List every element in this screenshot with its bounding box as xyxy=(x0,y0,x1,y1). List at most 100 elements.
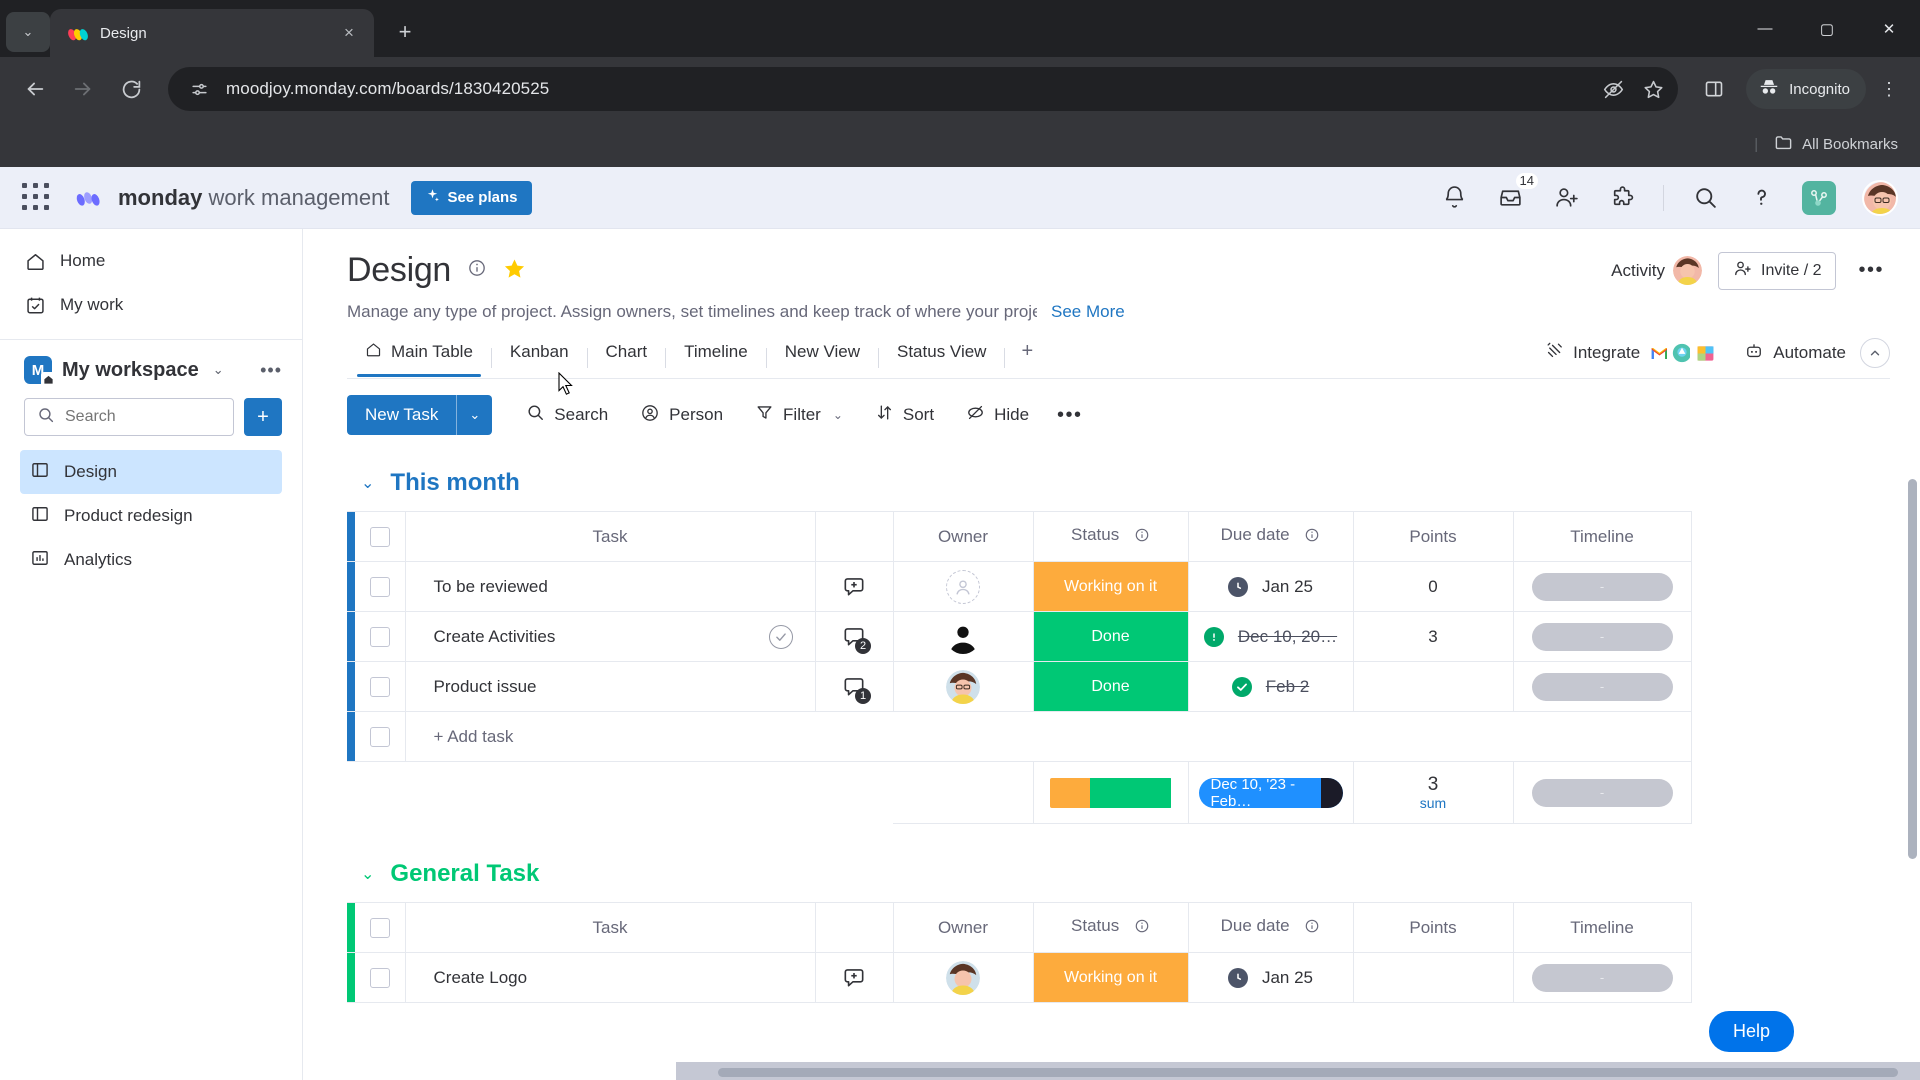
checkbox[interactable] xyxy=(369,626,390,647)
toolbar-more-icon[interactable]: ••• xyxy=(1045,404,1095,427)
tab-chart[interactable]: Chart xyxy=(588,342,666,375)
chevron-up-icon[interactable] xyxy=(1860,338,1890,368)
chevron-down-icon[interactable]: ⌄ xyxy=(457,395,492,435)
owner-cell[interactable] xyxy=(893,952,1034,1003)
conversation-cell[interactable] xyxy=(814,561,894,612)
tab-kanban[interactable]: Kanban xyxy=(492,342,587,375)
row-checkbox-cell[interactable] xyxy=(355,561,406,612)
apps-marketplace-icon[interactable] xyxy=(1607,183,1637,213)
table-row[interactable]: To be reviewed Working on it Jan 25 0 - xyxy=(347,561,1692,612)
points-cell[interactable] xyxy=(1353,661,1514,712)
column-header-timeline[interactable]: Timeline xyxy=(1513,902,1692,953)
automate-button[interactable]: Automate xyxy=(1744,341,1846,366)
column-header-status[interactable]: Status xyxy=(1033,511,1189,562)
monday-brand[interactable]: monday work management xyxy=(74,185,389,211)
grid-apps-icon[interactable] xyxy=(22,182,52,213)
add-update-icon[interactable] xyxy=(841,965,867,991)
page-settings-icon[interactable] xyxy=(186,76,212,102)
tab-new-view[interactable]: New View xyxy=(767,342,878,375)
column-header-status[interactable]: Status xyxy=(1033,902,1189,953)
column-header-points[interactable]: Points xyxy=(1353,511,1514,562)
tab-status-view[interactable]: Status View xyxy=(879,342,1004,375)
column-header-due-date[interactable]: Due date xyxy=(1188,902,1354,953)
summary-date-cell[interactable]: Dec 10, '23 - Feb… xyxy=(1188,761,1354,824)
timeline-cell[interactable]: - xyxy=(1513,661,1692,712)
add-task-row[interactable]: + Add task xyxy=(347,711,1692,762)
summary-status-cell[interactable] xyxy=(1033,761,1189,824)
checkbox[interactable] xyxy=(369,726,390,747)
google-drive-icon[interactable] xyxy=(1692,340,1719,366)
see-plans-button[interactable]: See plans xyxy=(411,180,532,215)
help-button[interactable]: Help xyxy=(1708,1011,1794,1052)
sidebar-item-home[interactable]: Home xyxy=(0,239,302,283)
points-cell[interactable]: 3 xyxy=(1353,611,1514,662)
new-task-button[interactable]: New Task ⌄ xyxy=(347,395,493,435)
search-input-wrapper[interactable] xyxy=(24,398,234,436)
column-header-points[interactable]: Points xyxy=(1353,902,1514,953)
column-header-timeline[interactable]: Timeline xyxy=(1513,511,1692,562)
group-header[interactable]: ⌄ This month xyxy=(347,461,1920,511)
sidebar-item-design[interactable]: Design xyxy=(20,450,282,494)
task-complete-icon[interactable] xyxy=(768,624,793,649)
select-all-cell[interactable] xyxy=(355,511,406,562)
row-checkbox-cell[interactable] xyxy=(355,661,406,712)
task-name-cell[interactable]: Create Logo xyxy=(405,952,816,1003)
due-date-cell[interactable]: Dec 10, 20… xyxy=(1188,611,1354,662)
user-avatar[interactable] xyxy=(1862,179,1898,216)
points-cell[interactable]: 0 xyxy=(1353,561,1514,612)
star-filled-icon[interactable] xyxy=(503,257,526,285)
add-task-label[interactable]: + Add task xyxy=(405,711,1692,762)
horizontal-scrollbar[interactable] xyxy=(718,1068,1898,1077)
checkbox[interactable] xyxy=(369,967,390,988)
task-name-cell[interactable]: Create Activities xyxy=(405,611,816,662)
toolbar-filter-button[interactable]: Filter ⌄ xyxy=(739,395,859,435)
table-row[interactable]: Create Activities 2 Done Dec 10, 20… 3 - xyxy=(347,611,1692,662)
tab-search-button[interactable]: ⌄ xyxy=(6,12,50,52)
toolbar-sort-button[interactable]: Sort xyxy=(859,395,950,435)
toolbar-search-button[interactable]: Search xyxy=(510,395,624,435)
due-date-cell[interactable]: Jan 25 xyxy=(1188,952,1354,1003)
status-cell[interactable]: Done xyxy=(1033,661,1189,712)
new-tab-button[interactable]: + xyxy=(384,11,426,53)
status-cell[interactable]: Working on it xyxy=(1033,952,1189,1003)
avatar[interactable] xyxy=(946,960,980,995)
browser-menu-icon[interactable]: ⋮ xyxy=(1872,69,1906,109)
checkbox[interactable] xyxy=(369,917,390,938)
add-update-icon[interactable] xyxy=(841,574,867,600)
owner-placeholder-icon[interactable] xyxy=(946,569,980,604)
toolbar-hide-button[interactable]: Hide xyxy=(950,395,1045,435)
checkbox[interactable] xyxy=(369,526,390,547)
tab-timeline[interactable]: Timeline xyxy=(666,342,766,375)
task-name-cell[interactable]: Product issue xyxy=(405,661,816,712)
avatar[interactable] xyxy=(946,669,980,704)
checkbox[interactable] xyxy=(369,576,390,597)
search-icon[interactable] xyxy=(1690,183,1720,213)
summary-timeline-cell[interactable]: - xyxy=(1513,761,1692,824)
info-icon[interactable] xyxy=(1134,528,1150,547)
back-icon[interactable] xyxy=(14,68,56,110)
add-board-button[interactable]: + xyxy=(244,398,282,436)
vertical-scrollbar[interactable] xyxy=(1908,479,1917,859)
info-icon[interactable] xyxy=(1304,919,1320,938)
owner-cell[interactable] xyxy=(893,611,1034,662)
workspace-selector[interactable]: M My workspace ⌄ ••• xyxy=(0,340,302,394)
search-input[interactable] xyxy=(65,408,221,426)
board-more-icon[interactable]: ••• xyxy=(1852,259,1890,282)
add-view-button[interactable]: + xyxy=(1005,340,1049,376)
chevron-down-icon[interactable]: ⌄ xyxy=(833,408,843,422)
sidebar-item-analytics[interactable]: Analytics xyxy=(20,538,282,582)
timeline-cell[interactable]: - xyxy=(1513,611,1692,662)
column-header-task[interactable]: Task xyxy=(405,511,816,562)
conversation-icon[interactable]: 2 xyxy=(841,624,871,654)
toolbar-person-button[interactable]: Person xyxy=(624,395,739,435)
info-icon[interactable] xyxy=(467,258,487,283)
table-row[interactable]: Create Logo Working on it Jan 25 - xyxy=(347,952,1692,1003)
invite-member-icon[interactable] xyxy=(1551,183,1581,213)
see-more-link[interactable]: See More xyxy=(1051,302,1125,322)
status-cell[interactable]: Done xyxy=(1033,611,1189,662)
conversation-cell[interactable] xyxy=(814,952,894,1003)
status-cell[interactable]: Working on it xyxy=(1033,561,1189,612)
due-date-cell[interactable]: Jan 25 xyxy=(1188,561,1354,612)
timeline-cell[interactable]: - xyxy=(1513,561,1692,612)
owner-cell[interactable] xyxy=(893,661,1034,712)
